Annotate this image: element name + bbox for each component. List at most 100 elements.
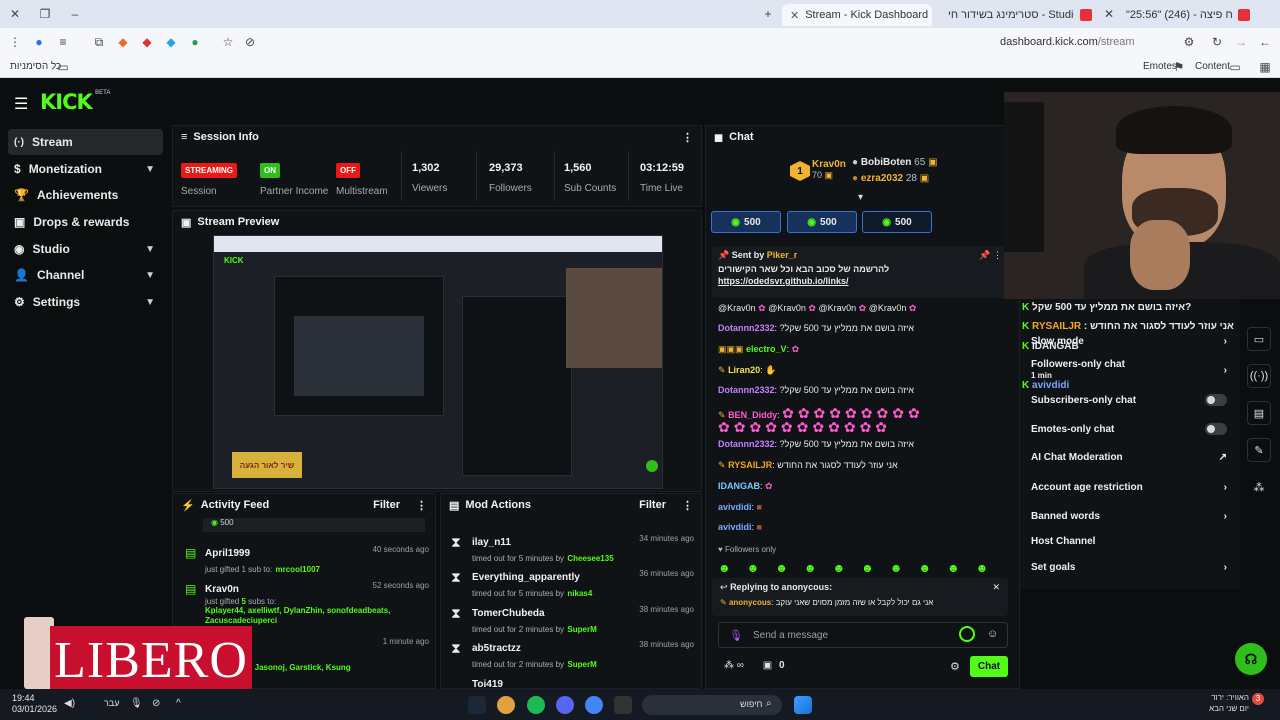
setting-slow-mode[interactable]: Slow mode › (1031, 336, 1227, 347)
taskbar-clock[interactable]: 19:44 03/01/2026 (12, 693, 57, 715)
goal-button[interactable]: ◉ 500 (862, 211, 932, 233)
back-icon[interactable]: ← (1258, 35, 1272, 49)
tray-chevron-icon[interactable]: ^ (176, 698, 181, 709)
mic-icon[interactable]: 🎙 (130, 698, 143, 709)
tab-kick-dashboard[interactable]: ✕ Stream - Kick Dashboard (782, 4, 932, 26)
sidebar-item-monetization[interactable]: $ Monetization ▼ (8, 156, 163, 182)
notification-badge[interactable]: 3 (1252, 693, 1264, 705)
microphone-icon[interactable]: 🎙 (729, 629, 743, 642)
expand-icon[interactable]: ▾ (858, 192, 863, 203)
menu-dots-icon[interactable]: ⋮ (8, 35, 22, 49)
discord-icon[interactable] (556, 696, 574, 714)
subscribers-only-toggle[interactable] (1205, 394, 1227, 406)
layout-rail-icon[interactable]: ▤ (1247, 401, 1271, 425)
restore-window-icon[interactable]: ❐ (38, 7, 52, 21)
tab-studio[interactable]: סטרימינג בשידור חי - Studio (940, 4, 1100, 26)
leaderboard-third[interactable]: ● ezra2032 28 ▣ (852, 173, 929, 184)
steam-icon[interactable] (468, 696, 486, 714)
reload-icon[interactable]: ↻ (1210, 35, 1224, 49)
setting-account-age[interactable]: Account age restriction › (1031, 482, 1227, 493)
sidebar-item-channel[interactable]: 👤 Channel ▼ (8, 262, 163, 288)
chrome-icon[interactable] (497, 696, 515, 714)
close-tab-icon[interactable]: ✕ (1102, 7, 1116, 21)
speaker-icon[interactable]: ◀) (64, 698, 75, 709)
all-bookmarks-link[interactable]: כל הסימניות (10, 61, 61, 72)
extensions-puzzle-icon[interactable]: ⧉ (92, 35, 106, 49)
minimize-window-icon[interactable]: – (68, 7, 82, 21)
setting-emotes-only[interactable]: Emotes-only chat (1031, 423, 1227, 435)
chat-settings-icon[interactable]: ⚙ (950, 660, 960, 673)
message-input[interactable]: Send a message (753, 630, 828, 641)
sidebar-item-drops[interactable]: ▣ Drops & rewards (8, 209, 163, 235)
goal-button[interactable]: ◉ 500 (787, 211, 857, 233)
tab-youtube-video[interactable]: "25:56" (246) - שליח פיצה (1118, 4, 1258, 26)
gift-icon: ▣ (928, 157, 938, 168)
network-icon[interactable]: ⊘ (152, 698, 160, 709)
pinned-link[interactable]: https://odedsvr.github.io/links/ (718, 276, 1002, 286)
new-tab-icon[interactable]: + (761, 7, 775, 21)
broadcast-rail-icon[interactable]: ((·)) (1247, 364, 1271, 388)
extension-icon[interactable]: ● (188, 35, 202, 49)
more-options-icon[interactable]: ⋮ (682, 499, 693, 512)
kick-logo[interactable]: KICK BETA (40, 90, 110, 114)
goal-button[interactable]: ◉ 500 (711, 211, 781, 233)
stream-preview-video[interactable]: KICK שיר לאור הגעה (213, 235, 663, 489)
bookmark-star-icon[interactable]: ☆ (221, 35, 235, 49)
chrome-browser-icon[interactable] (585, 696, 603, 714)
more-options-icon[interactable]: ⋮ (416, 499, 427, 512)
url-field[interactable]: dashboard.kick.com/stream (1000, 36, 1135, 48)
emote-icon: ■ (756, 502, 762, 512)
send-chat-button[interactable]: Chat (970, 656, 1008, 677)
sidebar-item-achievements[interactable]: 🏆 Achievements (8, 182, 163, 208)
emotes-only-toggle[interactable] (1205, 423, 1227, 435)
unpin-icon[interactable]: 📌 ⋮ (979, 250, 1002, 261)
extension-icon[interactable]: ◆ (116, 35, 130, 49)
extension-icon[interactable]: ◆ (140, 35, 154, 49)
kick-badge-icon: K (1022, 380, 1030, 391)
emoji-icon[interactable]: ☺ (987, 628, 998, 640)
setting-host-channel[interactable]: Host Channel (1031, 536, 1227, 547)
close-tab-icon[interactable]: ✕ (790, 9, 799, 22)
leaderboard-second[interactable]: ● BobiBoten 65 ▣ (852, 157, 938, 168)
profile-icon[interactable]: ● (32, 35, 46, 49)
setting-followers-only[interactable]: Followers-only chat 1 min › (1031, 359, 1227, 381)
grid-icon[interactable]: ▦ (1258, 60, 1272, 74)
close-reply-icon[interactable]: ✕ (992, 582, 1000, 593)
leaderboard-first[interactable]: Krav0n 70 ▣ (812, 159, 846, 181)
weather-widget[interactable]: האוויר: ירוד יום שני הבא (1195, 692, 1249, 714)
activity-filter-button[interactable]: Filter (373, 499, 400, 511)
sidebar-item-studio[interactable]: ◉ Studio ▼ (8, 236, 163, 262)
mod-filter-button[interactable]: Filter (639, 499, 666, 511)
streamer-hair (1116, 106, 1232, 154)
setting-ai-moderation[interactable]: AI Chat Moderation ↗ (1031, 452, 1227, 463)
close-window-icon[interactable]: ✕ (8, 7, 22, 21)
gift-icon[interactable]: ▣ (763, 660, 772, 671)
windows-start-icon[interactable] (794, 696, 812, 714)
more-options-icon[interactable]: ⋮ (682, 131, 693, 144)
setting-banned-words[interactable]: Banned words › (1031, 511, 1227, 522)
extension-icon[interactable]: ◆ (164, 35, 178, 49)
language-indicator[interactable]: עבר (104, 698, 119, 708)
terminal-icon[interactable] (614, 696, 632, 714)
chat-rail-icon[interactable]: ▭ (1247, 327, 1271, 351)
quick-emotes-row[interactable]: ☻☻☻☻☻☻☻☻☻☻ (718, 561, 1004, 575)
sidebar-item-stream[interactable]: (·) Stream (8, 129, 163, 155)
forward-icon[interactable]: → (1234, 35, 1248, 49)
hamburger-menu-icon[interactable]: ☰ (14, 94, 28, 114)
extension-icon[interactable]: ≡ (56, 35, 70, 49)
community-rail-icon[interactable]: ⁂ (1247, 475, 1271, 499)
taskbar-search[interactable]: חיפוש (642, 695, 782, 715)
spotify-icon[interactable] (527, 696, 545, 714)
message-input-box[interactable]: 🎙 Send a message ☺ (718, 622, 1008, 648)
no-tracking-icon[interactable]: ⊘ (243, 35, 257, 49)
bookmark-content[interactable]: Content (1195, 61, 1230, 72)
support-headset-icon[interactable]: ☊ (1235, 643, 1267, 675)
infinity-icon[interactable]: ⁂ ∞ (724, 660, 744, 671)
tools-rail-icon[interactable]: ✎ (1247, 438, 1271, 462)
setting-set-goals[interactable]: Set goals › (1031, 562, 1227, 573)
medal-icon: ● (852, 173, 859, 184)
sidebar-item-settings[interactable]: ⚙ Settings ▼ (8, 289, 163, 315)
setting-subscribers-only[interactable]: Subscribers-only chat (1031, 394, 1227, 406)
kick-coin-icon[interactable] (959, 626, 975, 642)
site-settings-icon[interactable]: ⚙ (1182, 35, 1196, 49)
